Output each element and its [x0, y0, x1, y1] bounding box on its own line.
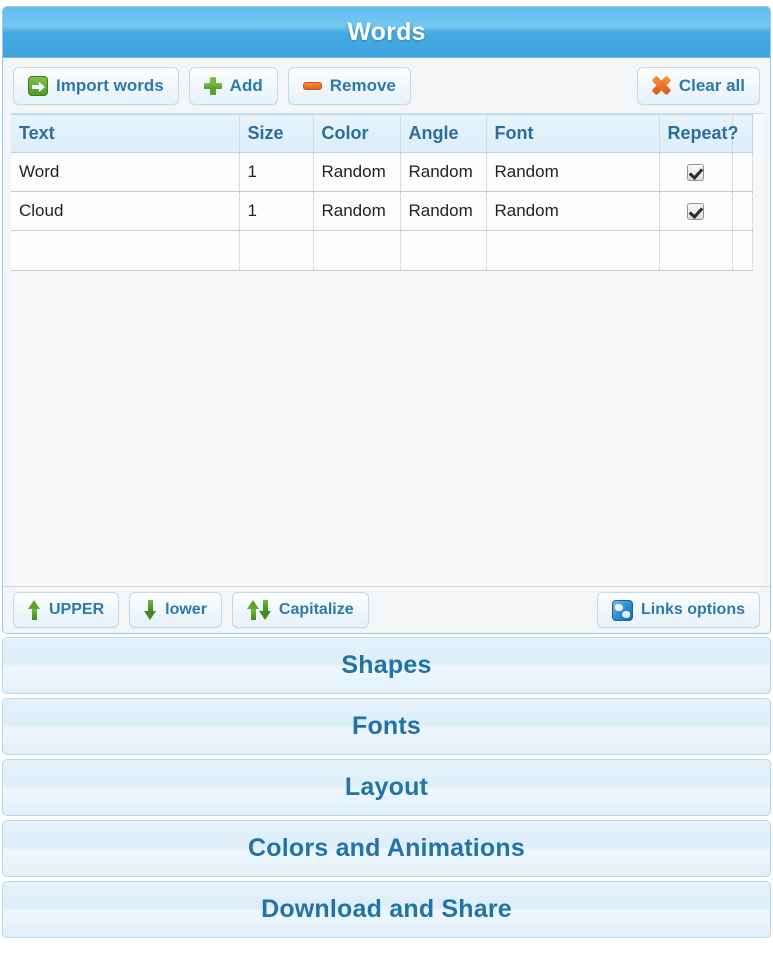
cell-spacer	[732, 230, 753, 271]
accordion-item-layout[interactable]: Layout	[2, 759, 771, 816]
cell-text[interactable]: Word	[11, 152, 240, 192]
close-icon	[652, 76, 671, 95]
accordion-item-shapes[interactable]: Shapes	[2, 637, 771, 694]
upper-case-label: UPPER	[49, 601, 105, 618]
cell-repeat[interactable]	[659, 152, 733, 192]
minus-icon	[302, 81, 322, 90]
arrow-down-icon	[144, 600, 157, 620]
page-title: Words	[347, 17, 426, 46]
clear-all-button[interactable]: Clear all	[636, 66, 760, 105]
words-grid-container[interactable]: Text Size Color Angle Font Repeat? Word	[11, 113, 764, 586]
import-icon	[28, 75, 48, 96]
cell-angle[interactable]	[400, 230, 487, 271]
cell-color[interactable]: Random	[313, 191, 401, 231]
capitalize-button[interactable]: Capitalize	[231, 592, 369, 628]
accordion-label: Layout	[344, 773, 429, 801]
cell-text[interactable]: Cloud	[11, 191, 240, 231]
cell-color[interactable]: Random	[313, 152, 401, 192]
arrow-up-icon	[28, 600, 41, 620]
column-header-size[interactable]: Size	[239, 114, 314, 153]
cell-angle[interactable]: Random	[400, 152, 487, 192]
cell-color[interactable]	[313, 230, 401, 271]
upper-case-button[interactable]: UPPER	[13, 592, 120, 628]
cell-size[interactable]: 1	[239, 191, 314, 231]
cell-repeat[interactable]	[659, 230, 733, 271]
column-header-text[interactable]: Text	[11, 114, 240, 153]
links-options-label: Links options	[641, 601, 745, 618]
table-header-row: Text Size Color Angle Font Repeat?	[11, 114, 753, 153]
import-words-label: Import words	[56, 76, 164, 95]
accordion-label: Colors and Animations	[248, 834, 525, 862]
accordion-label: Fonts	[351, 712, 422, 740]
words-table: Text Size Color Angle Font Repeat? Word	[11, 114, 753, 271]
import-words-button[interactable]: Import words	[13, 66, 179, 105]
accordion-item-fonts[interactable]: Fonts	[2, 698, 771, 755]
globe-icon	[612, 599, 633, 621]
accordion-item-download-and-share[interactable]: Download and Share	[2, 881, 771, 938]
accordion-label: Download and Share	[261, 895, 512, 923]
cell-font[interactable]: Random	[486, 152, 660, 192]
repeat-checkbox[interactable]	[687, 203, 704, 221]
capitalize-label: Capitalize	[278, 601, 354, 618]
arrow-up-down-icon	[246, 600, 271, 620]
cell-font[interactable]: Random	[486, 191, 660, 231]
column-header-color[interactable]: Color	[313, 114, 401, 153]
links-options-button[interactable]: Links options	[597, 592, 760, 628]
repeat-checkbox[interactable]	[687, 164, 704, 182]
accordion: Shapes Fonts Layout Colors and Animation…	[2, 637, 771, 942]
words-panel-body: Import words Add Remove Clear all Text S…	[3, 58, 770, 633]
table-row[interactable]: Cloud 1 Random Random Random	[11, 191, 753, 231]
column-header-repeat[interactable]: Repeat?	[659, 114, 739, 153]
words-panel-header: Words	[3, 7, 770, 58]
column-header-angle[interactable]: Angle	[400, 114, 487, 153]
accordion-item-colors-and-animations[interactable]: Colors and Animations	[2, 820, 771, 877]
words-toolbar: Import words Add Remove Clear all	[3, 58, 770, 113]
cell-size[interactable]	[239, 230, 314, 271]
remove-label: Remove	[329, 76, 396, 95]
lower-case-button[interactable]: lower	[129, 592, 222, 628]
table-row[interactable]: Word 1 Random Random Random	[11, 152, 753, 192]
word-cloud-editor: Words Import words Add Remove Clear all …	[0, 0, 773, 963]
column-header-font[interactable]: Font	[486, 114, 660, 153]
add-button[interactable]: Add	[188, 66, 278, 105]
cell-angle[interactable]: Random	[400, 191, 487, 231]
table-row[interactable]	[11, 230, 753, 271]
cell-repeat[interactable]	[659, 191, 733, 231]
cell-spacer	[732, 152, 753, 192]
words-panel: Words Import words Add Remove Clear all …	[2, 6, 771, 634]
accordion-label: Shapes	[341, 651, 432, 679]
cell-size[interactable]: 1	[239, 152, 314, 192]
cell-text[interactable]	[11, 230, 240, 271]
case-toolbar: UPPER lower Capitalize Links options	[3, 586, 770, 633]
cell-spacer	[732, 191, 753, 231]
add-label: Add	[229, 76, 263, 95]
remove-button[interactable]: Remove	[287, 66, 411, 105]
plus-icon	[203, 76, 222, 95]
clear-all-label: Clear all	[678, 76, 745, 95]
lower-case-label: lower	[165, 601, 207, 618]
cell-font[interactable]	[486, 230, 660, 271]
